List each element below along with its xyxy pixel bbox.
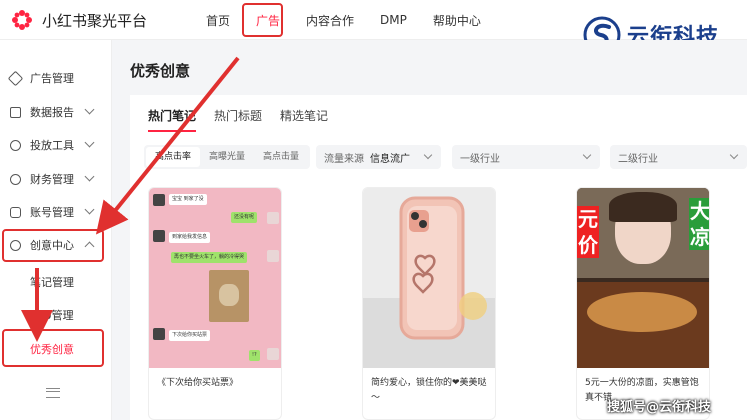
watermark-text: 搜狐号@云衔科技 bbox=[607, 400, 712, 415]
annotation-arrows bbox=[21, 56, 240, 342]
